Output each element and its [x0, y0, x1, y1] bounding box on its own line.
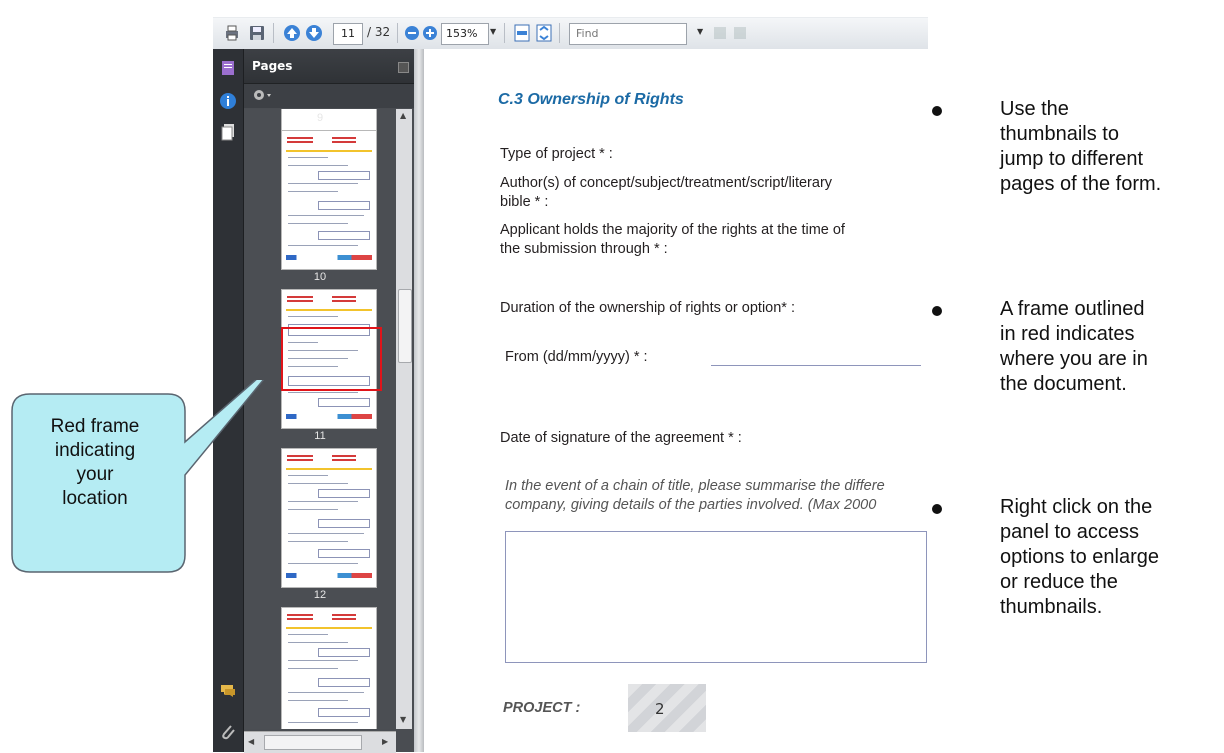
callout-line: Red frame	[50, 416, 140, 437]
bullet-line: A frame outlined	[1000, 298, 1145, 320]
panel-options-bar	[244, 84, 414, 108]
find-next-icon[interactable]	[731, 24, 749, 42]
collapse-panel-icon[interactable]	[398, 62, 409, 73]
previous-page-icon[interactable]	[283, 24, 301, 42]
bullet-line: or reduce the	[1000, 571, 1118, 593]
chain-instructions: In the event of a chain of title, please…	[505, 478, 885, 494]
horizontal-scrollbar[interactable]: ◀ ▶	[244, 731, 396, 753]
thumbnail-label: 10	[313, 271, 327, 283]
print-icon[interactable]	[223, 24, 241, 42]
bullet-line: the document.	[1000, 373, 1127, 395]
callout-line: indicating	[54, 440, 136, 461]
page-total-label: / 32	[367, 25, 391, 39]
document-page: C.3 Ownership of Rights Type of project …	[424, 49, 928, 752]
field-type-of-project: Type of project * :	[500, 146, 613, 162]
scroll-up-icon[interactable]: ▲	[400, 111, 406, 120]
field-duration: Duration of the ownership of rights or o…	[500, 300, 795, 316]
callout-text: Red frame indicating your location	[16, 415, 174, 511]
bullet-line: thumbnails to	[1000, 123, 1119, 145]
scroll-right-icon[interactable]: ▶	[382, 737, 388, 746]
callout-line: your	[76, 464, 114, 485]
project-number-value: 2	[655, 700, 665, 718]
chain-instructions: company, giving details of the parties i…	[505, 497, 877, 513]
bullet-dot	[932, 106, 942, 116]
from-date-input[interactable]	[711, 365, 921, 366]
panel-title: Pages	[252, 59, 293, 73]
thumbnail-label: 12	[313, 589, 327, 601]
bullet-line: jump to different	[1000, 148, 1144, 170]
comments-icon[interactable]	[219, 682, 237, 700]
pages-icon[interactable]	[219, 123, 237, 141]
toolbar: 11 / 32 153% ▼ Find ▼	[213, 17, 928, 50]
info-icon[interactable]	[219, 92, 237, 110]
panel-splitter[interactable]	[414, 49, 424, 752]
thumbnail-scrollbar[interactable]: ▲ ▼	[396, 109, 412, 729]
bullet-line: options to enlarge	[1000, 546, 1160, 568]
fit-page-icon[interactable]	[535, 24, 553, 42]
save-icon[interactable]	[248, 24, 266, 42]
project-label: PROJECT :	[503, 700, 581, 716]
next-page-icon[interactable]	[305, 24, 323, 42]
zoom-in-icon[interactable]	[421, 24, 439, 42]
bullet-line: in red indicates	[1000, 323, 1135, 345]
thumbnail-label: 9	[316, 112, 324, 124]
field-author-line: bible * :	[500, 194, 549, 210]
field-from: From (dd/mm/yyyy) * :	[505, 349, 648, 365]
bullet-line: pages of the form.	[1000, 173, 1162, 195]
panel-header: Pages	[244, 49, 414, 84]
bullet-line: Use the	[1000, 98, 1069, 120]
project-number-field[interactable]	[628, 684, 706, 732]
bullet-line: where you are in	[1000, 348, 1148, 370]
hscroll-thumb[interactable]	[264, 735, 362, 750]
bullet-red-frame: A frame outlined in red indicates where …	[1000, 297, 1224, 397]
zoom-select[interactable]: 153%	[441, 23, 489, 45]
field-date-signature: Date of signature of the agreement * :	[500, 430, 742, 446]
scroll-left-icon[interactable]: ◀	[248, 737, 254, 746]
bullet-line: Right click on the	[1000, 496, 1153, 518]
bullet-line: panel to access	[1000, 521, 1139, 543]
bookmarks-icon[interactable]	[219, 59, 237, 77]
options-gear-icon[interactable]	[252, 87, 272, 107]
callout-line: location	[62, 488, 128, 509]
zoom-out-icon[interactable]	[403, 24, 421, 42]
attachments-icon[interactable]	[219, 723, 237, 741]
scrollbar-thumb[interactable]	[398, 289, 412, 363]
fit-width-icon[interactable]	[513, 24, 531, 42]
bullet-thumbnails: Use the thumbnails to jump to different …	[1000, 97, 1224, 197]
field-author-line: Author(s) of concept/subject/treatment/s…	[500, 175, 833, 191]
scroll-down-icon[interactable]: ▼	[400, 715, 406, 724]
field-applicant-line: Applicant holds the majority of the righ…	[500, 222, 845, 238]
find-previous-icon[interactable]	[711, 24, 729, 42]
zoom-dropdown-icon[interactable]: ▼	[490, 27, 496, 36]
section-title: C.3 Ownership of Rights	[498, 91, 684, 108]
bullet-line: thumbnails.	[1000, 596, 1103, 618]
thumbnail-page[interactable]	[281, 130, 377, 270]
find-dropdown-icon[interactable]: ▼	[697, 27, 703, 36]
find-input[interactable]: Find	[569, 23, 687, 45]
bullet-dot	[932, 504, 942, 514]
chain-of-title-textarea[interactable]	[505, 531, 927, 663]
bullet-right-click: Right click on the panel to access optio…	[1000, 495, 1224, 620]
page-number-input[interactable]: 11	[333, 23, 363, 45]
thumbnail-page[interactable]	[281, 607, 377, 729]
bullet-dot	[932, 306, 942, 316]
field-applicant-line: the submission through * :	[500, 241, 668, 257]
